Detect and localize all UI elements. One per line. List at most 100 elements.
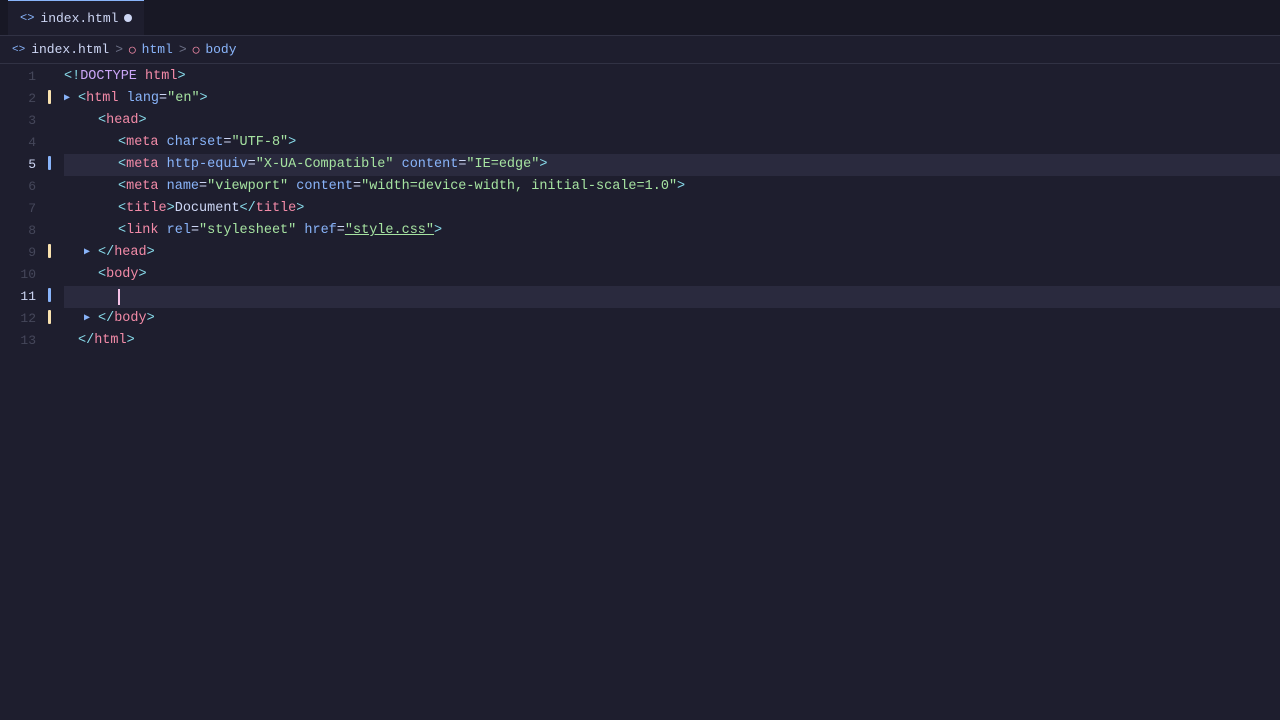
breadcrumb-body-label[interactable]: body xyxy=(205,42,236,57)
code-line-3: <head> xyxy=(64,110,1280,132)
code-line-2: ▶ <html lang="en"> xyxy=(64,88,1280,110)
ind-6 xyxy=(48,174,56,196)
line-num-3: 3 xyxy=(12,110,36,132)
l2-cb: > xyxy=(200,88,208,110)
code-line-1: <!DOCTYPE html> xyxy=(64,66,1280,88)
fold-arrow-2[interactable]: ▶ xyxy=(64,88,78,110)
line-num-6: 6 xyxy=(12,176,36,198)
ind-8 xyxy=(48,218,56,240)
l13-tag: html xyxy=(94,330,126,352)
l4-attr: charset xyxy=(167,132,224,154)
l6-eq1: = xyxy=(199,176,207,198)
text-cursor xyxy=(118,289,120,305)
l5-attr1: http-equiv xyxy=(167,154,248,176)
ind-2 xyxy=(48,86,56,108)
l6-tag: meta xyxy=(126,176,158,198)
tab-bar: <> index.html xyxy=(0,0,1280,36)
l3-ob: < xyxy=(98,110,106,132)
breadcrumb-filename[interactable]: index.html xyxy=(31,42,109,57)
ind-9 xyxy=(48,240,56,262)
ind-1 xyxy=(48,64,56,86)
code-line-5: <meta http-equiv="X-UA-Compatible" conte… xyxy=(64,154,1280,176)
l7-text: Document xyxy=(175,198,240,220)
breadcrumb: <> index.html > ◯ html > ◯ body xyxy=(0,36,1280,64)
l5-cb: > xyxy=(539,154,547,176)
l8-val1: "stylesheet" xyxy=(199,220,296,242)
ind-3 xyxy=(48,108,56,130)
line-num-2: 2 xyxy=(12,88,36,110)
l4-tag: meta xyxy=(126,132,158,154)
l12-cb: > xyxy=(147,308,155,330)
l6-attr2: content xyxy=(296,176,353,198)
ind-4 xyxy=(48,130,56,152)
l5-val1: "X-UA-Compatible" xyxy=(256,154,394,176)
l4-val: "UTF-8" xyxy=(231,132,288,154)
l2-ob: < xyxy=(78,88,86,110)
l9-ob: </ xyxy=(98,242,114,264)
code-line-4: <meta charset="UTF-8"> xyxy=(64,132,1280,154)
l2-tag: html xyxy=(86,88,118,110)
code-content[interactable]: <!DOCTYPE html> ▶ <html lang="en"> <head… xyxy=(56,64,1280,720)
doctype-space xyxy=(137,66,145,88)
l6-val2: "width=device-width, initial-scale=1.0" xyxy=(361,176,677,198)
code-line-12: ▶ </body> xyxy=(64,308,1280,330)
editor-area[interactable]: 1 2 3 4 5 6 7 8 9 10 11 12 13 xyxy=(0,64,1280,720)
l2-val: "en" xyxy=(167,88,199,110)
fold-arrow-9[interactable]: ▶ xyxy=(84,242,98,264)
fold-arrow-12[interactable]: ▶ xyxy=(84,308,98,330)
indicators-col xyxy=(48,64,56,720)
doctype-html: html xyxy=(145,66,177,88)
line-num-13: 13 xyxy=(12,330,36,352)
line-num-7: 7 xyxy=(12,198,36,220)
line-num-5: 5 xyxy=(12,154,36,176)
code-line-8: <link rel="stylesheet" href="style.css"> xyxy=(64,220,1280,242)
l5-eq2: = xyxy=(458,154,466,176)
l2-eq: = xyxy=(159,88,167,110)
doctype-bracket: <! xyxy=(64,66,80,88)
l8-ob: < xyxy=(118,220,126,242)
l6-val1: "viewport" xyxy=(207,176,288,198)
line-num-8: 8 xyxy=(12,220,36,242)
l7-tag2: title xyxy=(256,198,297,220)
code-line-7: <title>Document</title> xyxy=(64,198,1280,220)
l6-eq2: = xyxy=(353,176,361,198)
ind-11 xyxy=(48,284,56,306)
l7-cb2: > xyxy=(296,198,304,220)
ind-5 xyxy=(48,152,56,174)
l4-cb: > xyxy=(288,132,296,154)
ind-10 xyxy=(48,262,56,284)
l13-cb: > xyxy=(127,330,135,352)
ind-12 xyxy=(48,306,56,328)
breadcrumb-body-icon: ◯ xyxy=(193,43,200,57)
l10-tag: body xyxy=(106,264,138,286)
breadcrumb-sep2: > xyxy=(179,42,187,57)
editor-tab[interactable]: <> index.html xyxy=(8,0,144,35)
l12-ob: </ xyxy=(98,308,114,330)
l10-ob: < xyxy=(98,264,106,286)
line-numbers: 1 2 3 4 5 6 7 8 9 10 11 12 13 xyxy=(0,64,48,720)
line-num-9: 9 xyxy=(12,242,36,264)
l3-tag: head xyxy=(106,110,138,132)
l13-ob: </ xyxy=(78,330,94,352)
l8-eq2: = xyxy=(337,220,345,242)
modified-dot xyxy=(124,14,132,22)
l8-attr1: rel xyxy=(167,220,191,242)
l7-cb: > xyxy=(167,198,175,220)
ind-13 xyxy=(48,328,56,350)
breadcrumb-file-icon: <> xyxy=(12,44,25,56)
line-num-4: 4 xyxy=(12,132,36,154)
l8-eq1: = xyxy=(191,220,199,242)
breadcrumb-sep1: > xyxy=(115,42,123,57)
l4-eq: = xyxy=(223,132,231,154)
l12-tag: body xyxy=(114,308,146,330)
breadcrumb-html-label[interactable]: html xyxy=(142,42,173,57)
code-line-11[interactable] xyxy=(64,286,1280,308)
doctype-keyword: DOCTYPE xyxy=(80,66,137,88)
line-num-12: 12 xyxy=(12,308,36,330)
l4-ob: < xyxy=(118,132,126,154)
l8-cb: > xyxy=(434,220,442,242)
l5-tag: meta xyxy=(126,154,158,176)
l7-ob2: </ xyxy=(240,198,256,220)
code-line-13: </html> xyxy=(64,330,1280,352)
l10-cb: > xyxy=(139,264,147,286)
